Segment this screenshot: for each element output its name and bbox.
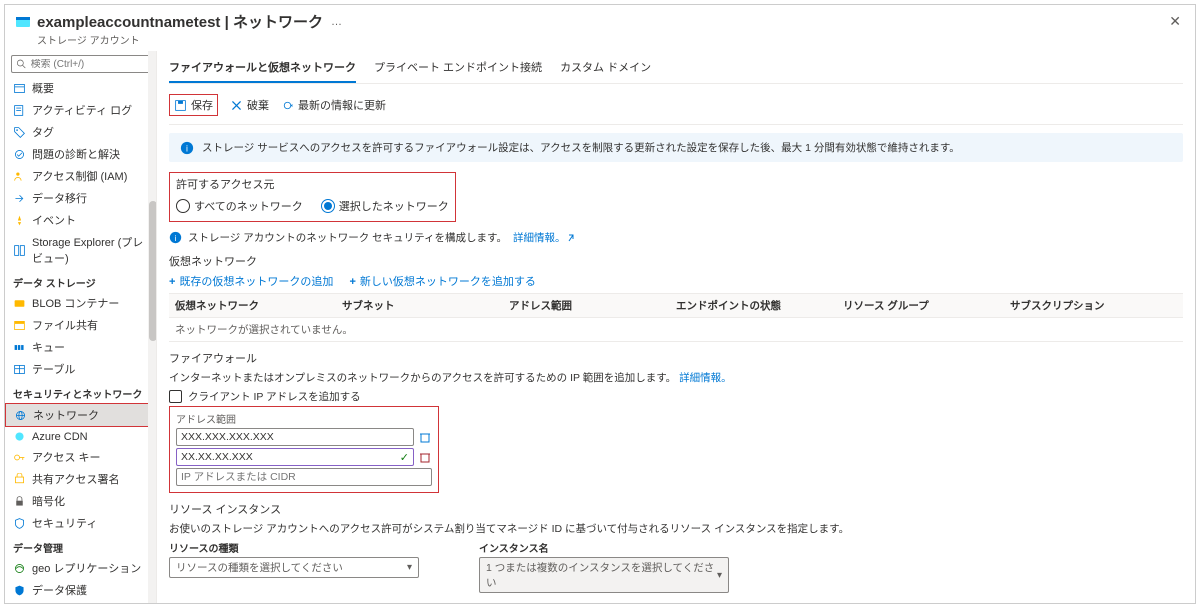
discard-button[interactable]: 破棄 [230,97,269,113]
vnet-empty-row: ネットワークが選択されていません。 [169,318,1183,342]
nav-diagnose[interactable]: 問題の診断と解決 [5,143,156,165]
allow-access-label: 許可するアクセス元 [176,176,449,192]
storage-account-icon [15,14,31,30]
refresh-icon [281,99,294,112]
nav-overview[interactable]: 概要 [5,77,156,99]
nav-activity-log[interactable]: アクティビティ ログ [5,99,156,121]
save-button[interactable]: 保存 [169,94,218,116]
add-new-vnet-link[interactable]: 新しい仮想ネットワークを追加する [349,273,535,289]
vnet-heading: 仮想ネットワーク [169,253,1183,269]
firewall-doc-link[interactable]: 詳細情報。 [679,370,732,385]
nav-iam[interactable]: アクセス制御 (IAM) [5,165,156,187]
vnet-table-header: 仮想ネットワーク サブネット アドレス範囲 エンドポイントの状態 リソース グル… [169,293,1183,318]
add-existing-vnet-link[interactable]: 既存の仮想ネットワークの追加 [169,273,333,289]
info-icon: i [180,141,194,155]
ri-col1-label: リソースの種類 [169,540,419,555]
firewall-heading: ファイアウォール [169,350,1183,366]
exceptions-heading: 例外 [169,601,1183,603]
info-bar: i ストレージ サービスへのアクセスを許可するファイアウォール設定は、アクセスを… [169,133,1183,162]
svg-text:i: i [175,234,177,243]
main-content: ファイアウォールと仮想ネットワーク プライベート エンドポイント接続 カスタム … [157,51,1195,603]
refresh-button[interactable]: 最新の情報に更新 [281,97,386,113]
delete-icon[interactable] [418,430,432,444]
page-subtitle: ストレージ アカウント [27,32,1195,47]
address-input-new[interactable] [176,468,432,486]
nav-security[interactable]: セキュリティ [5,512,156,534]
resource-instances-heading: リソース インスタンス [169,501,1183,517]
address-input-1[interactable]: XX.XX.XX.XXX [176,448,414,466]
firewall-desc: インターネットまたはオンプレミスのネットワークからのアクセスを許可するための I… [169,372,676,384]
sidebar-scrollbar[interactable] [148,51,157,603]
add-client-ip-checkbox[interactable] [169,390,182,403]
tab-firewall-vnet[interactable]: ファイアウォールと仮想ネットワーク [169,51,356,83]
nav-fileshare[interactable]: ファイル共有 [5,314,156,336]
search-input[interactable] [11,55,150,73]
tabs: ファイアウォールと仮想ネットワーク プライベート エンドポイント接続 カスタム … [169,51,1183,84]
nav-queue[interactable]: キュー [5,336,156,358]
add-client-ip-label: クライアント IP アドレスを追加する [188,389,361,404]
chevron-down-icon: ▾ [717,570,722,581]
nav-tags[interactable]: タグ [5,121,156,143]
tab-custom-domain[interactable]: カスタム ドメイン [560,51,651,83]
nav-section-security-network: セキュリティとネットワーク [5,380,156,403]
resource-instances-desc: お使いのストレージ アカウントへのアクセス許可がシステム割り当てマネージド ID… [169,521,1183,536]
nav-geo[interactable]: geo レプリケーション [5,557,156,579]
nav-object-replication[interactable]: オブジェクト レプリケーション [5,601,156,603]
address-range-box: アドレス範囲 XXX.XXX.XXX.XXX XX.XX.XX.XXX [169,406,439,493]
nav-section-data-storage: データ ストレージ [5,269,156,292]
ri-instance-select[interactable]: 1 つまたは複数のインスタンスを選択してください▾ [479,557,729,593]
ri-col2-label: インスタンス名 [479,540,729,555]
nav-networking[interactable]: ネットワーク [5,403,156,427]
sidebar: 概要 アクティビティ ログ タグ 問題の診断と解決 アクセス制御 (IAM) デ… [5,51,157,603]
allow-help-link[interactable]: 詳細情報。 [513,230,578,245]
discard-icon [230,99,243,112]
command-bar: 保存 破棄 最新の情報に更新 [169,90,1183,125]
close-icon[interactable]: ✕ [1165,11,1185,32]
nav-encryption[interactable]: 暗号化 [5,490,156,512]
address-input-0[interactable]: XXX.XXX.XXX.XXX [176,428,414,446]
save-icon [174,99,187,112]
nav-events[interactable]: イベント [5,209,156,231]
nav-section-data-mgmt: データ管理 [5,534,156,557]
nav-access-keys[interactable]: アクセス キー [5,446,156,468]
nav-data-protection[interactable]: データ保護 [5,579,156,601]
nav-table[interactable]: テーブル [5,358,156,380]
info-icon: i [169,231,182,244]
page-title: exampleaccountnametest | ネットワーク [37,11,323,32]
search-icon [16,58,27,70]
chevron-down-icon: ▾ [407,562,412,573]
nav-storage-explorer[interactable]: Storage Explorer (プレビュー) [5,231,156,269]
nav-migration[interactable]: データ移行 [5,187,156,209]
nav-sas[interactable]: 共有アクセス署名 [5,468,156,490]
allow-help-line: i ストレージ アカウントのネットワーク セキュリティを構成します。 詳細情報。 [169,230,1183,245]
ri-type-select[interactable]: リソースの種類を選択してください▾ [169,557,419,578]
radio-all-networks[interactable]: すべてのネットワーク [176,198,303,214]
nav-cdn[interactable]: Azure CDN [5,427,156,446]
header-ellipsis[interactable]: … [331,16,342,28]
address-range-label: アドレス範囲 [176,411,432,426]
tab-private-endpoint[interactable]: プライベート エンドポイント接続 [374,51,542,83]
radio-selected-networks[interactable]: 選択したネットワーク [321,198,449,214]
delete-icon[interactable] [418,450,432,464]
nav-blob[interactable]: BLOB コンテナー [5,292,156,314]
svg-text:i: i [186,143,188,153]
